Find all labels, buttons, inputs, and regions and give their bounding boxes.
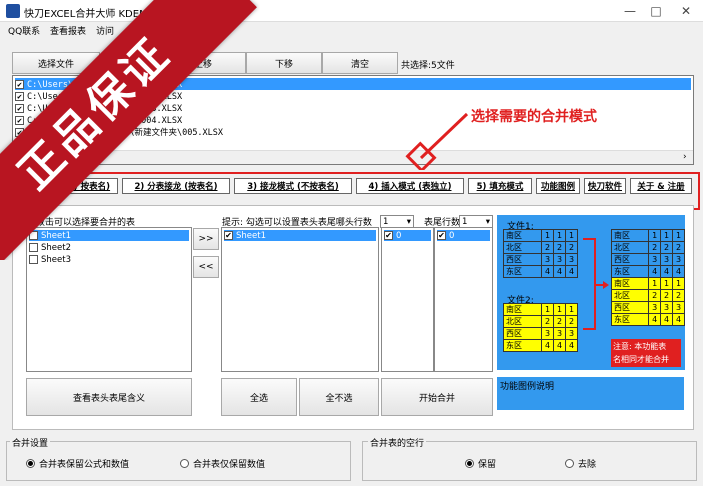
radio-dot[interactable] — [465, 459, 474, 468]
tab-kuaidao-software[interactable]: 快刀软件 — [584, 178, 626, 194]
table-row: 南区 1 1 1 — [503, 303, 578, 316]
note-line: 注意: 本功能表 — [613, 342, 667, 351]
minimize-button[interactable]: — — [618, 2, 642, 20]
table-row: 北区 2 2 2 — [610, 241, 685, 254]
table-row: 东区 4 4 4 — [503, 339, 578, 352]
file1-table: 南区 1 1 1 北区 2 2 2 西区 3 3 3 东区 4 4 4 — [503, 229, 578, 278]
table-row: 南区 1 1 1 — [503, 229, 578, 242]
radio-label: 去除 — [578, 460, 597, 470]
header-rows-list[interactable]: ✔ 0 — [381, 227, 434, 372]
table-row: 东区 4 4 4 — [610, 313, 685, 326]
footer-value: 0 — [449, 230, 455, 241]
tab-mode-4[interactable]: 4) 插入模式 (表独立) — [356, 178, 464, 194]
annotation-text: 选择需要的合并模式 — [471, 109, 597, 125]
select-all-button[interactable]: 全选 — [221, 378, 297, 416]
table-row: 北区 2 2 2 — [610, 289, 685, 302]
remove-empty-rows-radio[interactable]: 去除 — [565, 457, 596, 470]
header-value: 0 — [396, 230, 402, 241]
bracket-arrow-icon — [583, 238, 609, 330]
radio-label: 合并表仅保留数值 — [193, 460, 266, 470]
clear-button[interactable]: 清空 — [322, 52, 398, 74]
merged-table: 南区 1 1 1 北区 2 2 2 西区 3 3 3 东区 4 4 4 南区 1 1 1 北区 2 2 2 西区 3 3… — [610, 229, 685, 326]
table-row: 西区 3 3 3 — [610, 301, 685, 314]
footer-rows-list[interactable]: ✔ 0 — [434, 227, 493, 372]
table-row: 北区 2 2 2 — [503, 241, 578, 254]
tab-about-register[interactable]: 关于 & 注册 — [630, 178, 692, 194]
genuine-banner: 正品保证 — [0, 0, 260, 260]
file-count-label: 共选择:5文件 — [401, 61, 455, 71]
table-row: 西区 3 3 3 — [503, 253, 578, 266]
radio-label: 保留 — [478, 460, 497, 470]
table-row: 南区 1 1 1 — [610, 229, 685, 242]
checkbox[interactable]: ✔ — [437, 231, 446, 240]
view-header-footer-button[interactable]: 查看表头表尾含义 — [26, 378, 192, 416]
footer-rows-value: 1 — [462, 216, 468, 227]
legend-description: 功能图例说明 — [497, 377, 684, 410]
table-row: 北区 2 2 2 — [503, 315, 578, 328]
scroll-right-icon[interactable]: › — [683, 152, 687, 162]
note-line: 名相同才能合并 — [613, 355, 669, 364]
keep-empty-rows-radio[interactable]: 保留 — [465, 457, 496, 470]
radio-dot[interactable] — [180, 459, 189, 468]
table-row: 东区 4 4 4 — [503, 265, 578, 278]
chevron-down-icon: ▾ — [406, 216, 411, 227]
file2-table: 南区 1 1 1 北区 2 2 2 西区 3 3 3 东区 4 4 4 — [503, 303, 578, 352]
header-rows-value: 1 — [383, 216, 389, 227]
radio-label: 合并表保留公式和数值 — [39, 460, 130, 470]
table-row: 南区 1 1 1 — [610, 277, 685, 290]
table-row: 东区 4 4 4 — [610, 265, 685, 278]
tab-legend[interactable]: 功能图例 — [536, 178, 580, 194]
legend-description-label: 功能图例说明 — [500, 382, 555, 392]
radio-dot[interactable] — [26, 459, 35, 468]
close-button[interactable]: ✕ — [674, 2, 698, 20]
empty-rows-title: 合并表的空行 — [368, 436, 427, 449]
tab-mode-5[interactable]: 5) 填充模式 — [468, 178, 532, 194]
table-row: 西区 3 3 3 — [503, 327, 578, 340]
merge-note: 注意: 本功能表 名相同才能合并 — [611, 339, 681, 367]
merge-settings-title: 合并设置 — [10, 436, 51, 449]
legend-diagram: 文件1: 南区 1 1 1 北区 2 2 2 西区 3 3 3 东区 4 4 4 文件2: 南区 1 1 1 … — [497, 215, 685, 370]
select-none-button[interactable]: 全不选 — [299, 378, 379, 416]
list-item[interactable]: ✔ 0 — [384, 230, 431, 241]
maximize-button[interactable]: □ — [644, 2, 668, 20]
radio-dot[interactable] — [565, 459, 574, 468]
start-merge-button[interactable]: 开始合并 — [381, 378, 493, 416]
banner-text: 正品保证 — [0, 0, 257, 260]
chevron-down-icon: ▾ — [485, 216, 490, 227]
keep-formula-radio[interactable]: 合并表保留公式和数值 — [26, 457, 129, 470]
keep-values-radio[interactable]: 合并表仅保留数值 — [180, 457, 265, 470]
checkbox[interactable]: ✔ — [384, 231, 393, 240]
annotation-arrow-icon — [405, 112, 469, 170]
list-item[interactable]: ✔ 0 — [437, 230, 490, 241]
table-row: 西区 3 3 3 — [610, 253, 685, 266]
